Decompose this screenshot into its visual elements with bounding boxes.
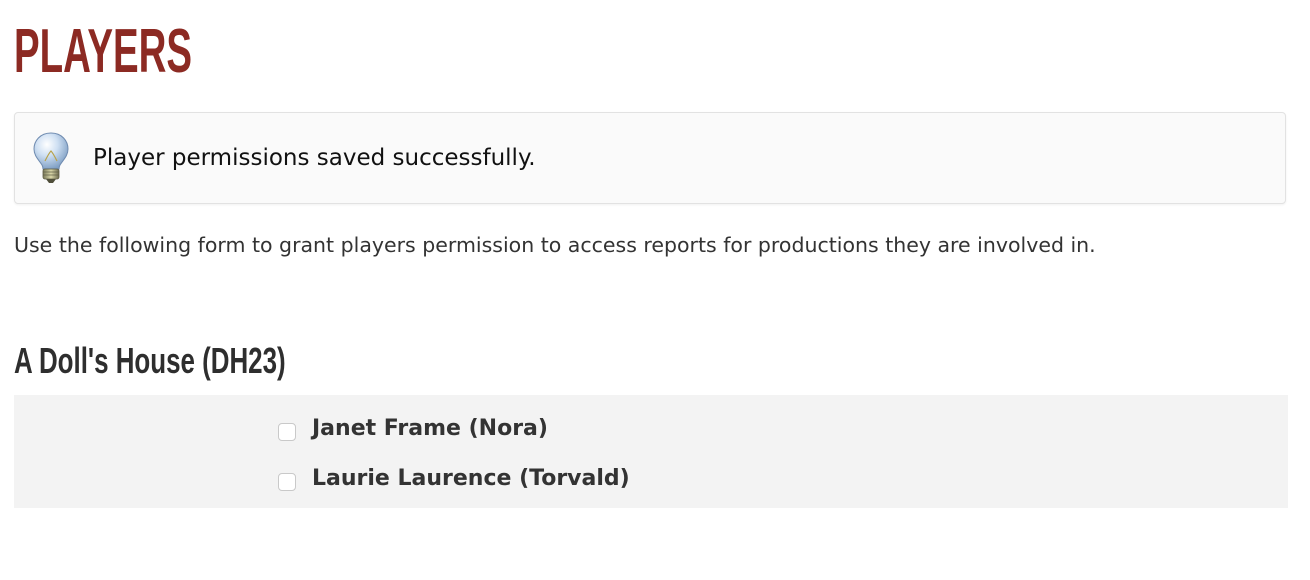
lightbulb-icon [31,131,71,185]
players-panel: Janet Frame (Nora) Laurie Laurence (Torv… [14,395,1288,508]
intro-text: Use the following form to grant players … [14,233,1096,257]
player-label[interactable]: Janet Frame (Nora) [312,414,548,444]
player-checkbox[interactable] [278,473,296,491]
player-checkbox[interactable] [278,423,296,441]
production-title: A Doll's House (DH23) [14,340,286,381]
success-notice: Player permissions saved successfully. [14,112,1286,204]
page-title: PLAYERS [14,17,193,86]
player-label[interactable]: Laurie Laurence (Torvald) [312,464,630,494]
player-row: Janet Frame (Nora) [278,412,548,446]
notice-message: Player permissions saved successfully. [93,145,536,171]
player-row: Laurie Laurence (Torvald) [278,462,630,496]
